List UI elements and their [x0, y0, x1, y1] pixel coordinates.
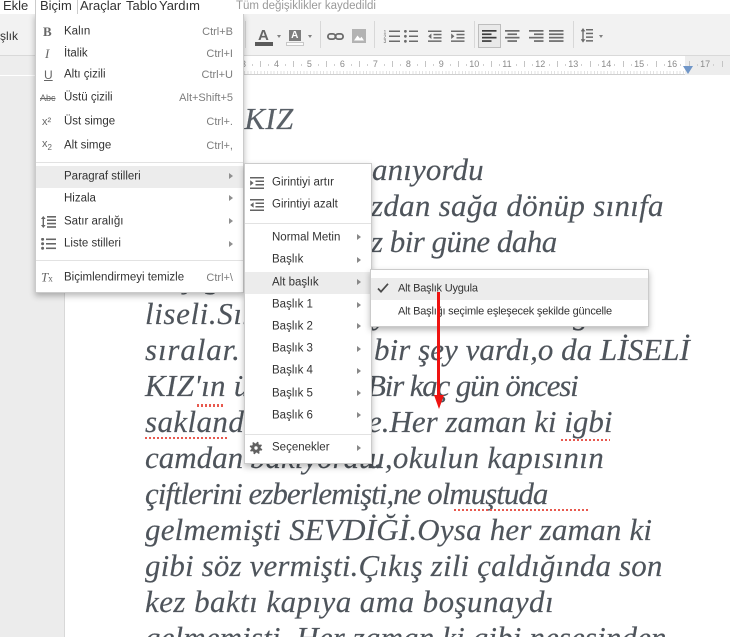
svg-text:3: 3 [384, 39, 387, 43]
